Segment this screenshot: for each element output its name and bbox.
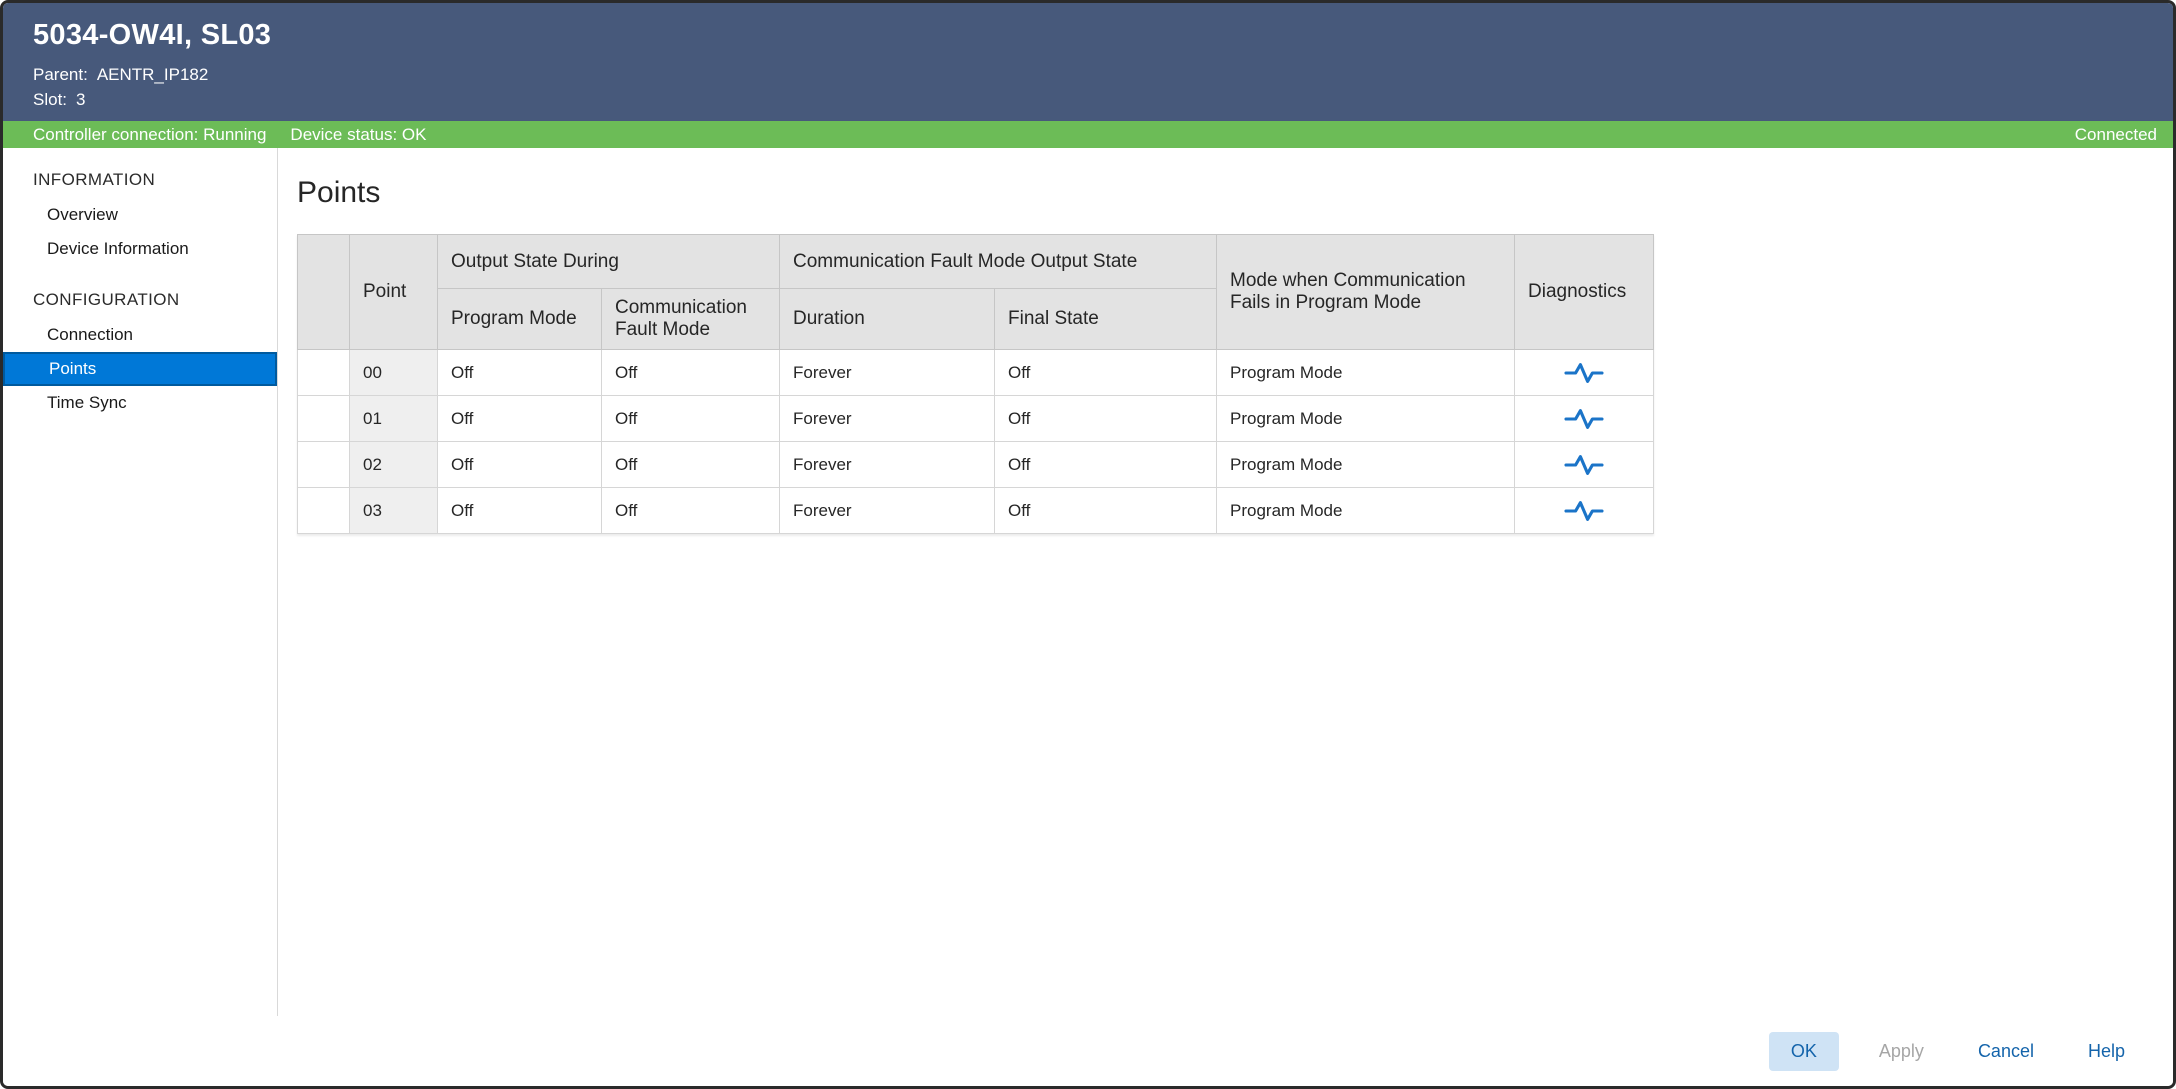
footer-buttons: OK Apply Cancel Help bbox=[3, 1016, 2173, 1086]
duration-cell[interactable]: Forever bbox=[780, 396, 995, 442]
parent-value: AENTR_IP182 bbox=[97, 65, 209, 84]
row-selector[interactable] bbox=[298, 396, 350, 442]
diagnostics-cell[interactable] bbox=[1515, 442, 1654, 488]
communication-fault-mode-cell[interactable]: Off bbox=[602, 442, 780, 488]
point-cell: 01 bbox=[350, 396, 438, 442]
module-properties-window: 5034-OW4I, SL03 Parent: AENTR_IP182 Slot:… bbox=[0, 0, 2176, 1089]
row-selector[interactable] bbox=[298, 488, 350, 534]
diagnostics-cell[interactable] bbox=[1515, 488, 1654, 534]
final-state-cell[interactable]: Off bbox=[995, 396, 1217, 442]
point-cell: 03 bbox=[350, 488, 438, 534]
mode-when-comm-fails-cell[interactable]: Program Mode bbox=[1217, 488, 1515, 534]
mode-when-comm-fails-cell[interactable]: Program Mode bbox=[1217, 442, 1515, 488]
group-header-comm-fault-mode-output-state: Communication Fault Mode Output State bbox=[780, 235, 1217, 289]
table-row-point-02[interactable]: 02 Off Off Forever Off Program Mode bbox=[298, 442, 1654, 488]
program-mode-cell[interactable]: Off bbox=[438, 350, 602, 396]
column-header-point: Point bbox=[350, 235, 438, 350]
content-area: INFORMATION Overview Device Information … bbox=[3, 148, 2173, 1016]
column-header-program-mode: Program Mode bbox=[438, 289, 602, 350]
sidebar-section-configuration: CONFIGURATION bbox=[3, 282, 277, 318]
column-header-diagnostics: Diagnostics bbox=[1515, 235, 1654, 350]
table-row-point-03[interactable]: 03 Off Off Forever Off Program Mode bbox=[298, 488, 1654, 534]
sidebar-item-device-information[interactable]: Device Information bbox=[3, 232, 277, 266]
sidebar-section-information: INFORMATION bbox=[3, 162, 277, 198]
sidebar-item-overview[interactable]: Overview bbox=[3, 198, 277, 232]
duration-cell[interactable]: Forever bbox=[780, 488, 995, 534]
mode-when-comm-fails-cell[interactable]: Program Mode bbox=[1217, 350, 1515, 396]
points-table: Point Output State During Communication … bbox=[297, 234, 1654, 534]
diagnostics-cell[interactable] bbox=[1515, 396, 1654, 442]
communication-fault-mode-cell[interactable]: Off bbox=[602, 396, 780, 442]
sidebar-item-points[interactable]: Points bbox=[3, 352, 277, 386]
duration-cell[interactable]: Forever bbox=[780, 350, 995, 396]
controller-connection-status: Controller connection: Running bbox=[33, 125, 266, 145]
slot-label: Slot: bbox=[33, 90, 67, 109]
point-cell: 02 bbox=[350, 442, 438, 488]
sidebar-item-connection[interactable]: Connection bbox=[3, 318, 277, 352]
sidebar: INFORMATION Overview Device Information … bbox=[3, 148, 278, 1016]
table-row-point-00[interactable]: 00 Off Off Forever Off Program Mode bbox=[298, 350, 1654, 396]
status-bar: Controller connection: Running Device st… bbox=[3, 121, 2173, 148]
column-header-duration: Duration bbox=[780, 289, 995, 350]
table-row-point-01[interactable]: 01 Off Off Forever Off Program Mode bbox=[298, 396, 1654, 442]
group-header-output-state-during: Output State During bbox=[438, 235, 780, 289]
program-mode-cell[interactable]: Off bbox=[438, 488, 602, 534]
parent-line: Parent: AENTR_IP182 bbox=[33, 62, 2143, 87]
ok-button[interactable]: OK bbox=[1769, 1032, 1839, 1071]
final-state-cell[interactable]: Off bbox=[995, 442, 1217, 488]
diagnostics-pulse-icon[interactable] bbox=[1563, 499, 1605, 523]
slot-value: 3 bbox=[76, 90, 85, 109]
diagnostics-pulse-icon[interactable] bbox=[1563, 361, 1605, 385]
connection-state-badge: Connected bbox=[2075, 125, 2157, 145]
program-mode-cell[interactable]: Off bbox=[438, 396, 602, 442]
status-bar-left: Controller connection: Running Device st… bbox=[33, 125, 426, 145]
communication-fault-mode-cell[interactable]: Off bbox=[602, 350, 780, 396]
page-title: Points bbox=[297, 176, 2143, 210]
table-group-header-row: Point Output State During Communication … bbox=[298, 235, 1654, 289]
module-title: 5034-OW4I, SL03 bbox=[33, 19, 2143, 52]
apply-button[interactable]: Apply bbox=[1865, 1032, 1938, 1071]
help-button[interactable]: Help bbox=[2074, 1032, 2139, 1071]
cancel-button[interactable]: Cancel bbox=[1964, 1032, 2048, 1071]
column-header-mode-when-comm-fails: Mode when Communication Fails in Program… bbox=[1217, 235, 1515, 350]
final-state-cell[interactable]: Off bbox=[995, 350, 1217, 396]
row-selector-header bbox=[298, 235, 350, 350]
column-header-communication-fault-mode: Communication Fault Mode bbox=[602, 289, 780, 350]
slot-line: Slot: 3 bbox=[33, 87, 2143, 112]
column-header-final-state: Final State bbox=[995, 289, 1217, 350]
mode-when-comm-fails-cell[interactable]: Program Mode bbox=[1217, 396, 1515, 442]
sidebar-item-time-sync[interactable]: Time Sync bbox=[3, 386, 277, 420]
communication-fault-mode-cell[interactable]: Off bbox=[602, 488, 780, 534]
device-status: Device status: OK bbox=[290, 125, 426, 145]
row-selector[interactable] bbox=[298, 442, 350, 488]
row-selector[interactable] bbox=[298, 350, 350, 396]
parent-label: Parent: bbox=[33, 65, 88, 84]
point-cell: 00 bbox=[350, 350, 438, 396]
main-content: Points Point Output State Dur bbox=[278, 148, 2173, 1016]
diagnostics-pulse-icon[interactable] bbox=[1563, 407, 1605, 431]
module-header: 5034-OW4I, SL03 Parent: AENTR_IP182 Slot:… bbox=[3, 3, 2173, 121]
diagnostics-pulse-icon[interactable] bbox=[1563, 453, 1605, 477]
diagnostics-cell[interactable] bbox=[1515, 350, 1654, 396]
duration-cell[interactable]: Forever bbox=[780, 442, 995, 488]
final-state-cell[interactable]: Off bbox=[995, 488, 1217, 534]
program-mode-cell[interactable]: Off bbox=[438, 442, 602, 488]
